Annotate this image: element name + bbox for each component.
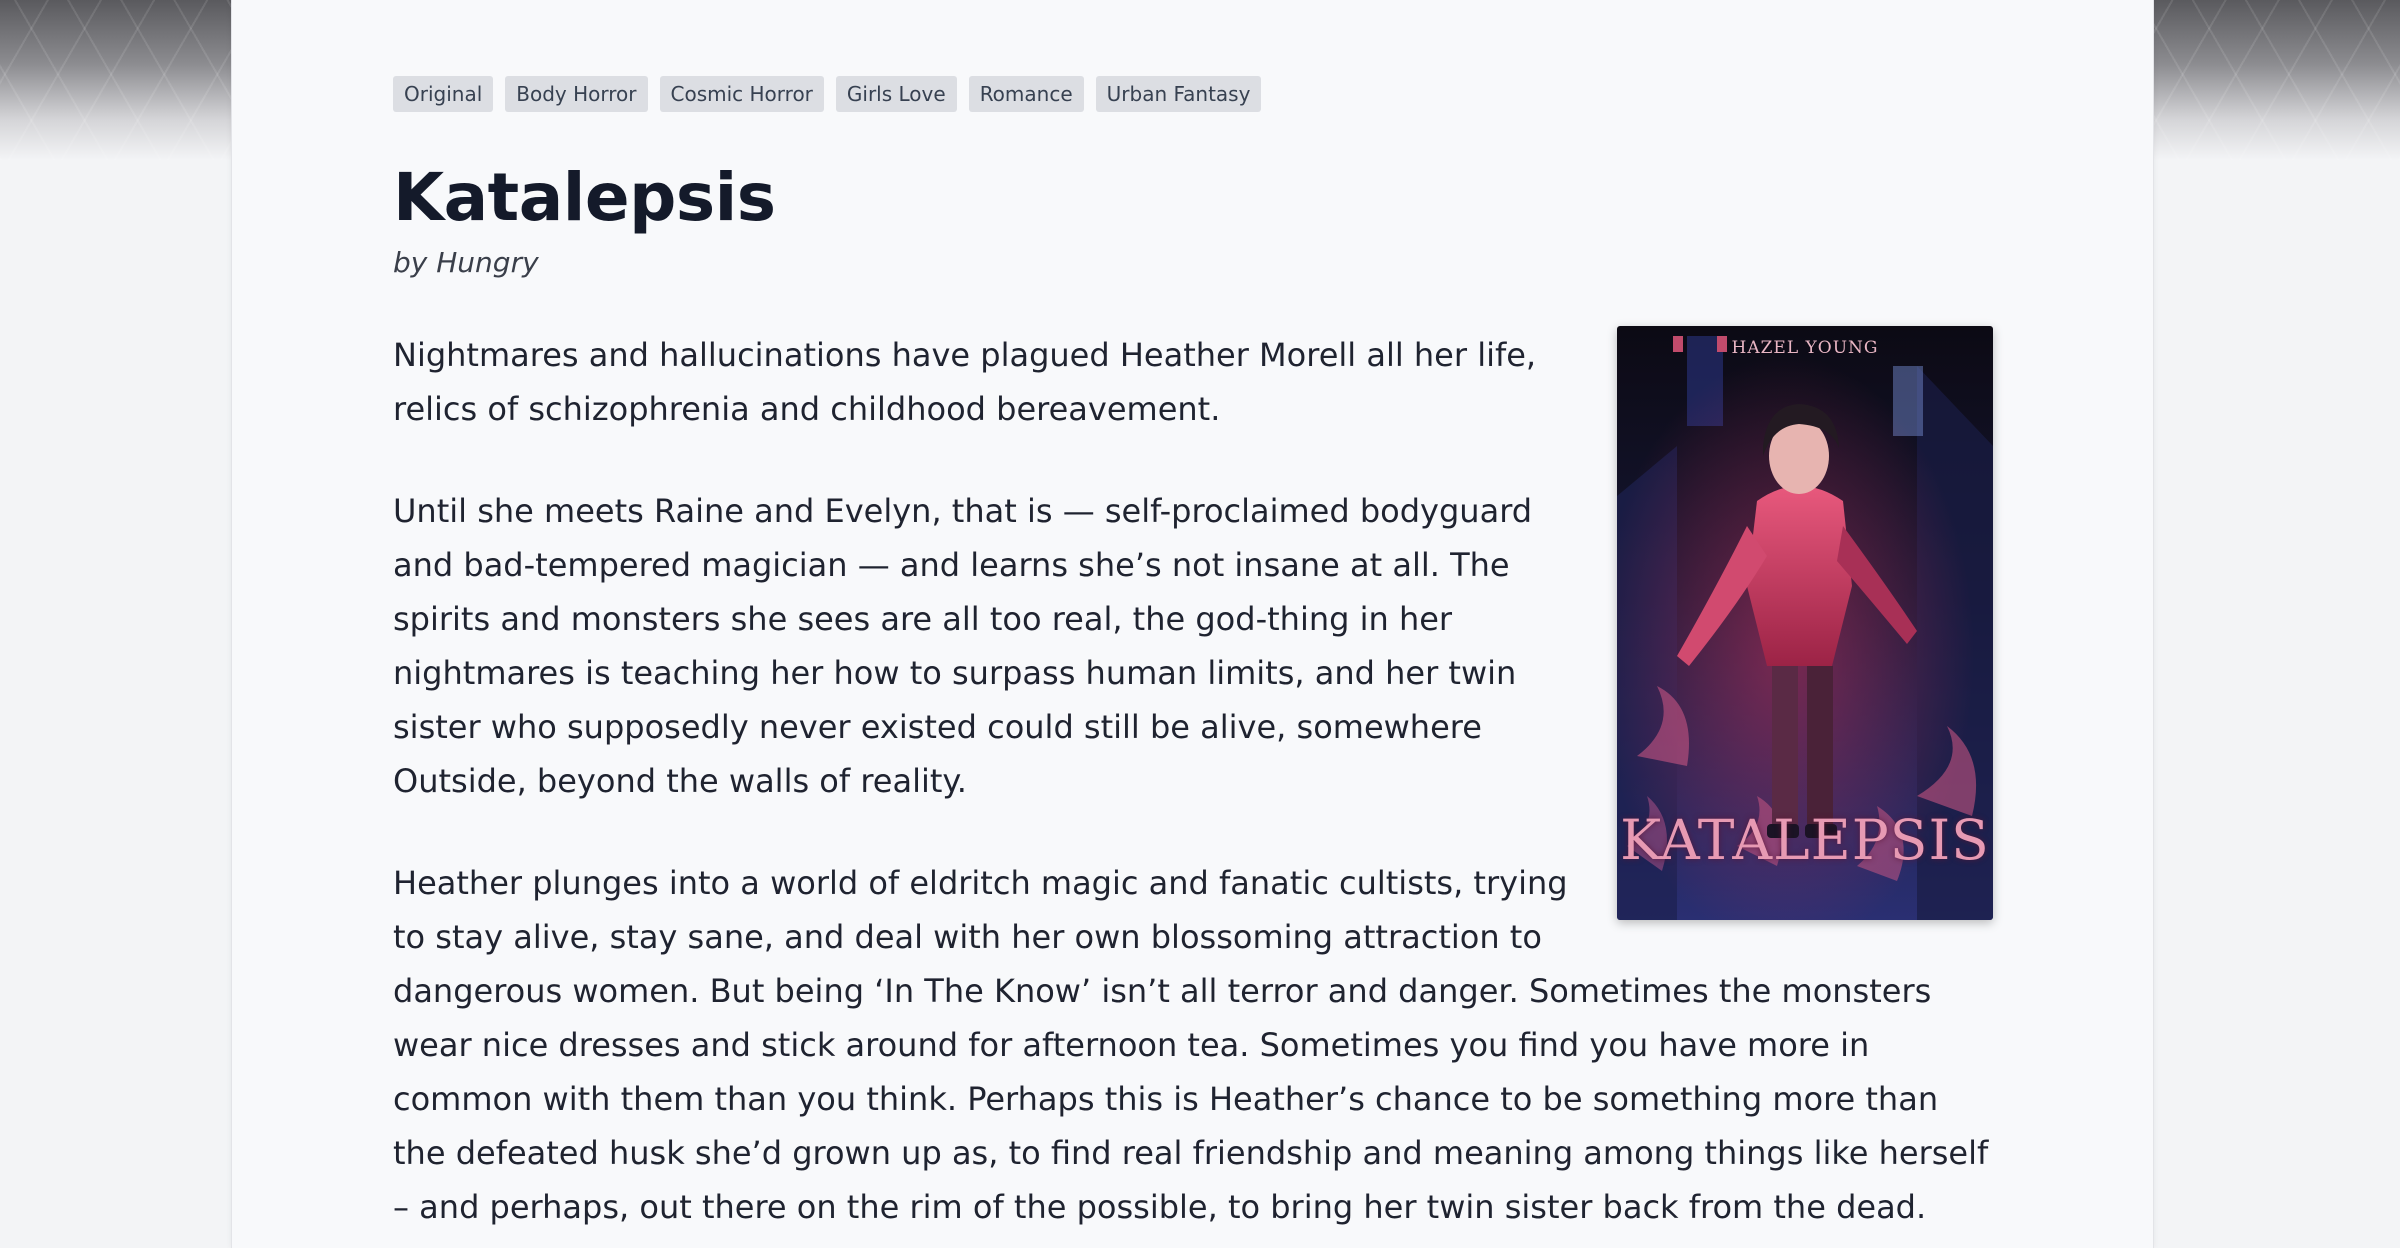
author-byline: by Hungry xyxy=(393,246,539,279)
tag-girls-love[interactable]: Girls Love xyxy=(835,76,957,112)
book-cover-image: HAZEL YOUNG KATALEPSIS xyxy=(1617,326,1993,920)
book-title: Katalepsis xyxy=(393,159,776,236)
tag-urban-fantasy[interactable]: Urban Fantasy xyxy=(1095,76,1262,112)
tag-original[interactable]: Original xyxy=(393,76,494,112)
cover-author-text: HAZEL YOUNG xyxy=(1731,338,1879,358)
tag-cosmic-horror[interactable]: Cosmic Horror xyxy=(659,76,824,112)
cover-title-text: KATALEPSIS xyxy=(1620,808,1990,872)
page-panel: Original Body Horror Cosmic Horror Girls… xyxy=(231,0,2154,1248)
tag-romance[interactable]: Romance xyxy=(968,76,1084,112)
book-description: HAZEL YOUNG KATALEPSIS Nightmares and ha… xyxy=(393,326,1993,1234)
tag-list: Original Body Horror Cosmic Horror Girls… xyxy=(393,76,1993,112)
book-content: Original Body Horror Cosmic Horror Girls… xyxy=(393,76,1993,1248)
tag-body-horror[interactable]: Body Horror xyxy=(505,76,648,112)
